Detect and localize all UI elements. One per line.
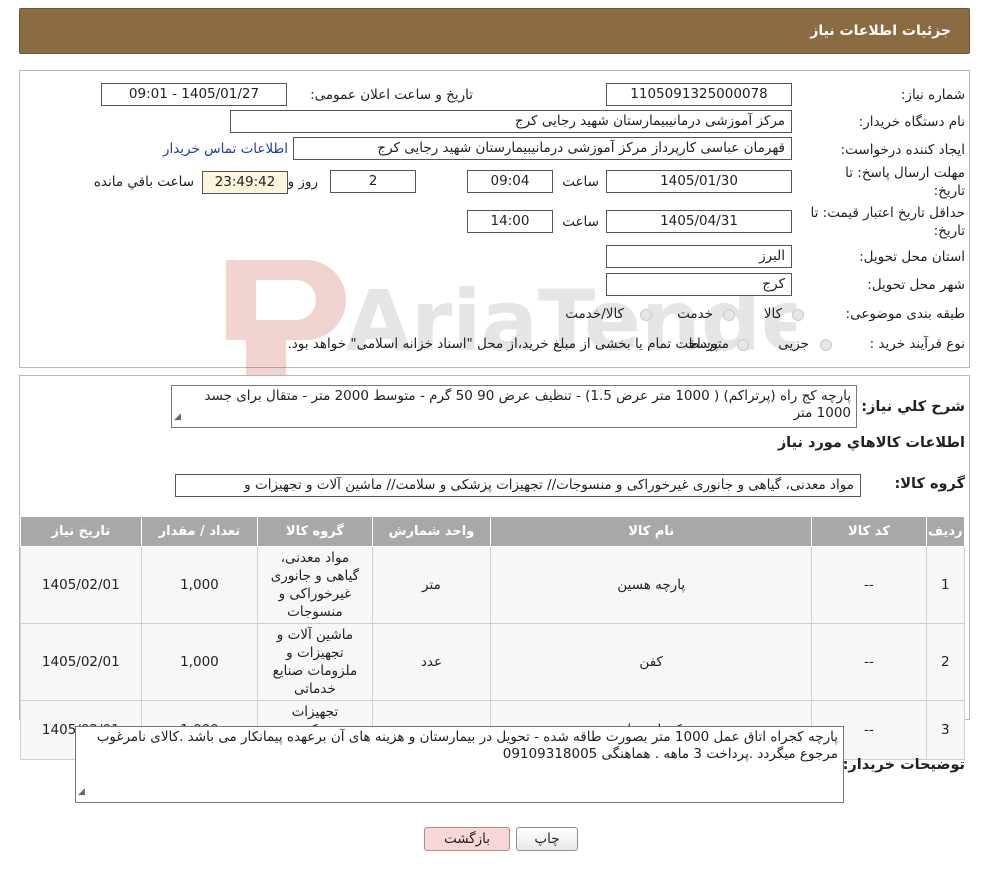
cell-row-number: 2	[925, 623, 966, 701]
cell-unit: متر	[371, 546, 492, 624]
col-header-group: گروه کالا	[257, 516, 373, 547]
cell-unit: عدد	[371, 623, 492, 701]
category-radio-service[interactable]	[723, 309, 735, 321]
col-header-unit: واحد شمارش	[371, 516, 492, 547]
buyer-notes-label: توضیحات خریدار:	[842, 757, 965, 773]
price-validity-label: حداقل تاریخ اعتبار قیمت: تا	[810, 205, 965, 221]
category-label: طبقه بندی موضوعی:	[845, 306, 965, 322]
days-label: روز و	[287, 174, 318, 190]
col-header-code: کد کالا	[811, 516, 927, 547]
category-radio-goods[interactable]	[792, 309, 804, 321]
resize-grip-icon[interactable]: ◢	[174, 409, 181, 426]
days-remaining-field: 2	[330, 170, 416, 193]
col-header-date: تاریخ نیاز	[20, 516, 142, 547]
province-field: البرز	[606, 245, 792, 268]
col-header-quantity: تعداد / مقدار	[140, 516, 259, 547]
description-label: شرح کلي نیاز:	[861, 399, 965, 415]
table-row: 1 -- پارچه هسین متر مواد معدنی، گیاهی و …	[20, 546, 966, 624]
category-option-service: خدمت	[677, 306, 713, 322]
province-label: استان محل تحویل:	[859, 249, 965, 265]
category-option-goods-service: کالا/خدمت	[565, 306, 624, 322]
cell-name: پارچه هسین	[490, 546, 813, 624]
table-header-row: ردیف کد کالا نام کالا واحد شمارش گروه کا…	[20, 516, 966, 547]
category-radio-goods-service[interactable]	[640, 309, 652, 321]
city-field: کرج	[606, 273, 792, 296]
announce-datetime-field: 1405/01/27 - 09:01	[101, 83, 287, 106]
goods-group-label: گروه کالا:	[894, 476, 965, 492]
cell-date: 1405/02/01	[20, 623, 142, 701]
buyer-org-field: مرکز آموزشی درمانیبیمارستان شهید رجایی ک…	[230, 110, 792, 133]
deadline-date-field: 1405/01/30	[606, 170, 792, 193]
table-row: 2 -- کفن عدد ماشین آلات و تجهیزات و ملزو…	[20, 623, 966, 701]
description-textarea[interactable]: پارچه کج راه (پرتراکم) ( 1000 متر عرض 1.…	[171, 385, 857, 428]
requester-field: قهرمان عباسی کارپرداز مرکز آموزشی درمانی…	[293, 137, 792, 160]
print-button[interactable]: چاپ	[516, 827, 578, 851]
cell-group: ماشین آلات و تجهیزات و ملزومات صنایع خدم…	[257, 623, 373, 701]
cell-code: --	[811, 623, 927, 701]
cell-row-number: 1	[925, 546, 966, 624]
deadline-time-label: ساعت	[562, 174, 599, 190]
validity-date-field: 1405/04/31	[606, 210, 792, 233]
remaining-time-label: ساعت باقي مانده	[93, 174, 194, 190]
announce-label: تاریخ و ساعت اعلان عمومی:	[310, 87, 473, 103]
process-option-minor: جزیی	[778, 336, 809, 352]
buyer-notes-textarea[interactable]: پارچه کجراه اتاق عمل 1000 متر بصورت طاقه…	[75, 726, 844, 803]
requester-label: ایجاد کننده درخواست:	[840, 142, 965, 158]
validity-time-label: ساعت	[562, 214, 599, 230]
cell-date: 1405/02/01	[20, 546, 142, 624]
resize-grip-icon[interactable]: ◢	[78, 784, 85, 801]
contact-info-link[interactable]: اطلاعات تماس خریدار	[163, 141, 288, 157]
city-label: شهر محل تحویل:	[867, 277, 965, 293]
col-header-name: نام کالا	[490, 516, 813, 547]
goods-section-title: اطلاعات کالاهاي مورد نیاز	[777, 435, 965, 451]
validity-time-field: 14:00	[467, 210, 553, 233]
cell-name: کفن	[490, 623, 813, 701]
remaining-time-field: 23:49:42	[202, 171, 288, 194]
deadline-label-2: تاریخ:	[933, 183, 965, 199]
price-validity-label-2: تاریخ:	[933, 223, 965, 239]
category-option-goods: کالا	[763, 306, 782, 322]
deadline-label: مهلت ارسال پاسخ: تا	[845, 165, 965, 181]
page-title: جزئیات اطلاعات نیاز	[810, 23, 951, 39]
need-number-field: 1105091325000078	[606, 83, 792, 106]
buyer-notes-text: پارچه کجراه اتاق عمل 1000 متر بصورت طاقه…	[96, 729, 838, 762]
items-table: ردیف کد کالا نام کالا واحد شمارش گروه کا…	[20, 516, 966, 760]
back-button[interactable]: بازگشت	[424, 827, 510, 851]
col-header-row-number: ردیف	[925, 516, 966, 547]
cell-code: --	[811, 546, 927, 624]
cell-group: مواد معدنی، گیاهی و جانوری غیرخوراکی و م…	[257, 546, 373, 624]
description-text: پارچه کج راه (پرتراکم) ( 1000 متر عرض 1.…	[204, 388, 851, 421]
page-header: جزئیات اطلاعات نیاز	[19, 8, 970, 54]
process-radio-medium[interactable]	[737, 339, 749, 351]
process-radio-minor[interactable]	[820, 339, 832, 351]
goods-group-field: مواد معدنی، گیاهی و جانوری غیرخوراکی و م…	[175, 474, 861, 497]
deadline-time-field: 09:04	[467, 170, 553, 193]
process-note: پرداخت تمام یا بخشی از مبلغ خرید،از محل …	[287, 336, 718, 352]
cell-row-number: 3	[925, 700, 966, 760]
need-number-label: شماره نیاز:	[900, 87, 965, 103]
process-type-label: نوع فرآیند خرید :	[869, 336, 965, 352]
cell-quantity: 1,000	[140, 546, 259, 624]
buyer-org-label: نام دستگاه خریدار:	[858, 114, 965, 130]
cell-quantity: 1,000	[140, 623, 259, 701]
